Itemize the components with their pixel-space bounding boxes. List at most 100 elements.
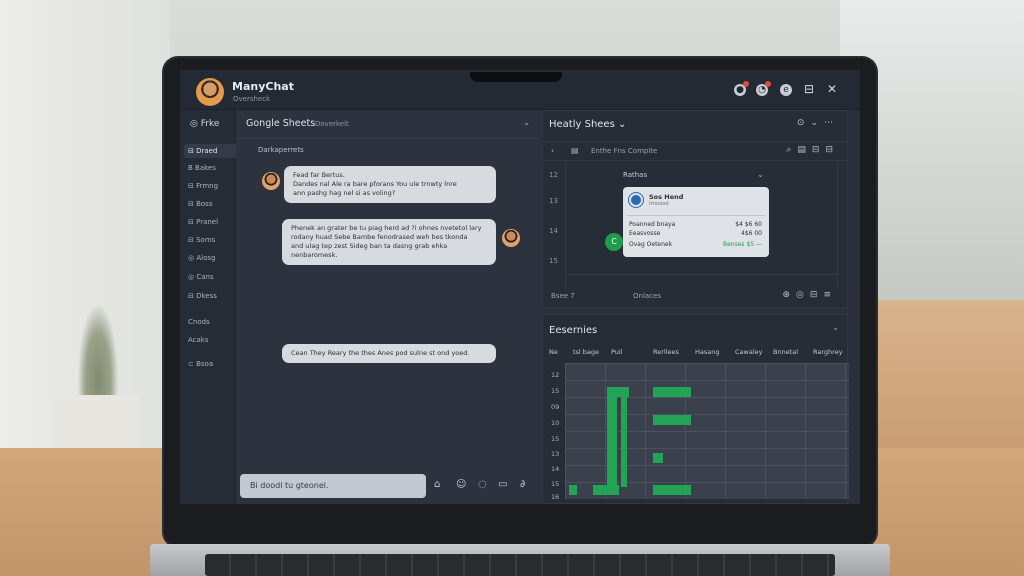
row-label: 16 bbox=[551, 493, 560, 501]
column-header[interactable]: Hasang bbox=[695, 348, 720, 356]
sidebar-item[interactable]: Cnods bbox=[188, 318, 210, 326]
chevron-down-icon[interactable]: ⌄ bbox=[757, 170, 764, 179]
app-window: ManyChat Oversheck ● ◔ e ⊟ ✕ ◎ Frke ⊟ Dr… bbox=[180, 70, 860, 504]
highlighted-cell[interactable] bbox=[653, 387, 691, 397]
highlighted-cell[interactable] bbox=[593, 485, 619, 495]
highlighted-cell[interactable] bbox=[621, 387, 627, 487]
notification-icon[interactable]: ● bbox=[734, 81, 749, 96]
home-icon[interactable]: ⌂ bbox=[434, 479, 440, 490]
app-subtitle: Oversheck bbox=[233, 95, 271, 103]
sidebar-item[interactable]: ⊟ Soms bbox=[188, 236, 215, 244]
filter-label[interactable]: Rathas bbox=[623, 171, 647, 179]
app-title: ManyChat bbox=[232, 80, 294, 93]
message-input[interactable]: Bi doodl tu gteonel. bbox=[240, 474, 426, 498]
close-icon[interactable]: ✕ bbox=[827, 82, 837, 96]
sidebar-item[interactable]: ⊟ Frmng bbox=[188, 182, 218, 190]
message-bubble: Phenek an grater be tu piag herd ad ?i o… bbox=[282, 219, 496, 265]
contact-card: Sos Hend Imossd Poanned bnaya $4 $6 60 E… bbox=[623, 187, 769, 257]
sheet-header-icons[interactable]: ⊙⌄⋯ bbox=[797, 118, 839, 128]
card-value: 4$6 00 bbox=[741, 230, 762, 237]
toolbar-label: Enthe Fns Compite bbox=[591, 147, 658, 155]
sidebar-item[interactable]: Acaks bbox=[188, 336, 209, 344]
card-key: Ovag Oetenek bbox=[629, 241, 673, 248]
row-label: 15 bbox=[551, 480, 560, 488]
sidebar-item[interactable]: ⊟ Draed bbox=[184, 144, 239, 158]
add-button[interactable]: C bbox=[605, 233, 623, 251]
card-value: $4 $6 60 bbox=[735, 221, 762, 228]
laptop-keyboard bbox=[205, 554, 835, 576]
highlighted-cell[interactable] bbox=[653, 453, 663, 463]
column-header[interactable]: tsl bage bbox=[573, 348, 599, 356]
avatar[interactable] bbox=[262, 172, 280, 190]
row-label: 12 bbox=[551, 371, 560, 379]
thread-label: Darkaperrets bbox=[258, 146, 304, 154]
divider bbox=[837, 163, 838, 289]
chat-title[interactable]: Gongle Sheets bbox=[246, 118, 315, 129]
column-header[interactable]: Rarghrey bbox=[813, 348, 843, 356]
divider bbox=[627, 215, 765, 216]
background-cabinet bbox=[860, 300, 1024, 450]
highlighted-cell[interactable] bbox=[653, 485, 691, 495]
column-header[interactable]: Rerllees bbox=[653, 348, 679, 356]
row-number: 14 bbox=[549, 227, 558, 235]
info-icon[interactable]: e bbox=[780, 84, 792, 96]
reply-icon[interactable]: ◌ bbox=[478, 479, 487, 490]
sheet-title[interactable]: Heatly Shees ⌄ bbox=[549, 119, 626, 130]
sidebar-item[interactable]: ◎ Cans bbox=[188, 273, 214, 281]
file-icon[interactable]: ▤ bbox=[571, 146, 579, 155]
sidebar-item[interactable]: ⊟ Boss bbox=[188, 200, 212, 208]
app-avatar[interactable] bbox=[196, 78, 224, 106]
row-number: 15 bbox=[549, 257, 558, 265]
window-icon[interactable]: ⊟ bbox=[804, 82, 814, 96]
image-icon[interactable]: ▭ bbox=[498, 479, 507, 490]
sheet-toolbar: ‹ ▤ Enthe Fns Compite ⌕▤⊟⊟ bbox=[543, 141, 847, 161]
sidebar-header[interactable]: ◎ Frke bbox=[190, 119, 219, 129]
contact-name: Sos Hend bbox=[649, 193, 684, 201]
highlighted-cell[interactable] bbox=[653, 415, 691, 425]
sidebar-item[interactable]: B Bakes bbox=[188, 164, 216, 172]
row-number: 13 bbox=[549, 197, 558, 205]
sidebar-item[interactable]: ⊟ Dkess bbox=[188, 292, 217, 300]
sidebar-item[interactable]: ⊟ Pranel bbox=[188, 218, 218, 226]
grid-title[interactable]: Eesernies bbox=[549, 325, 597, 336]
toolbar-icons[interactable]: ⌕▤⊟⊟ bbox=[786, 145, 839, 155]
footer-icons[interactable]: ⊕◎⊟≡ bbox=[783, 290, 837, 300]
card-key: Eeasvosse bbox=[629, 230, 661, 237]
avatar[interactable] bbox=[502, 229, 520, 247]
link-icon[interactable]: ∂ bbox=[520, 479, 525, 490]
sheet-grid[interactable] bbox=[565, 363, 849, 499]
card-key: Poanned bnaya bbox=[629, 221, 676, 228]
sheet-panel: Heatly Shees ⌄ ⊙⌄⋯ ‹ ▤ Enthe Fns Compite… bbox=[542, 110, 848, 308]
chat-panel: Gongle Sheets Doverkelt ⌄ Darkaperrets F… bbox=[236, 110, 540, 504]
background-plant-pot bbox=[55, 395, 140, 450]
contact-subtitle: Imossd bbox=[649, 201, 669, 207]
column-header[interactable]: Bnnetal bbox=[773, 348, 798, 356]
background-plant bbox=[78, 305, 118, 400]
highlighted-cell[interactable] bbox=[607, 387, 617, 495]
emoji-icon[interactable]: ☺ bbox=[456, 479, 466, 490]
row-label: 13 bbox=[551, 450, 560, 458]
column-header[interactable]: Ne bbox=[549, 348, 558, 356]
chevron-left-icon[interactable]: ‹ bbox=[551, 146, 554, 155]
chat-subtitle: Doverkelt bbox=[315, 120, 349, 128]
chevron-down-icon[interactable]: ⌄ bbox=[523, 118, 530, 127]
sidebar-item[interactable]: ⊂ Bsoa bbox=[188, 360, 213, 368]
column-header[interactable]: Cawaley bbox=[735, 348, 762, 356]
chat-icon[interactable]: ◔ bbox=[756, 81, 771, 96]
row-label: 10 bbox=[551, 419, 560, 427]
camera-notch bbox=[470, 72, 562, 82]
chevron-down-icon[interactable]: ⌄ bbox=[832, 323, 839, 332]
row-label: 15 bbox=[551, 387, 560, 395]
footer-status: Onlaces bbox=[633, 292, 661, 300]
card-value: Benses $5 — bbox=[722, 241, 762, 248]
divider bbox=[565, 274, 837, 275]
divider bbox=[565, 163, 566, 289]
row-number: 12 bbox=[549, 171, 558, 179]
data-grid-panel: Eesernies ⌄ Ne tsl bage Puil Rerllees Ha… bbox=[542, 314, 849, 504]
row-label: 15 bbox=[551, 435, 560, 443]
message-bubble: Cean They Reary the thes Anes pod sulne … bbox=[282, 344, 496, 363]
highlighted-cell[interactable] bbox=[569, 485, 577, 495]
sidebar-item[interactable]: ◎ Alosg bbox=[188, 254, 215, 262]
column-header[interactable]: Puil bbox=[611, 348, 623, 356]
message-bubble: Fead far Bertus. Dandes nal Ale ra bare … bbox=[284, 166, 496, 203]
